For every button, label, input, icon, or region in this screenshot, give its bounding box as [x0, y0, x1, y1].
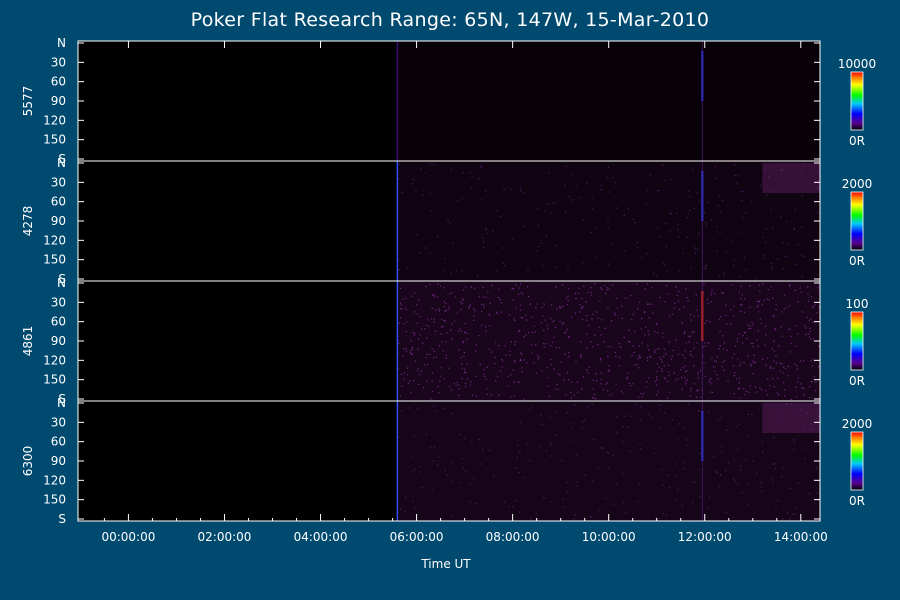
colorbar-max-label: 10000: [838, 57, 876, 71]
y-tick-label: N: [57, 276, 66, 290]
colorbar: [851, 72, 863, 130]
x-tick-label: 12:00:00: [678, 530, 732, 544]
y-tick-label: 30: [51, 295, 66, 309]
y-tick-label: S: [58, 512, 66, 526]
panel-6300: N 30 60 90 120 150 S 6300 2000 0R: [21, 396, 872, 526]
y-tick-label: 120: [43, 233, 66, 247]
x-tick-label: 10:00:00: [582, 530, 636, 544]
emission-region: [397, 281, 820, 401]
panel-label: 4861: [21, 326, 35, 357]
y-tick-label: 30: [51, 55, 66, 69]
x-tick-label: 14:00:00: [774, 530, 828, 544]
y-tick-label: 60: [51, 315, 66, 329]
aurora-glow: [762, 163, 820, 193]
panel-5577: N306090120150S5577100000R: [21, 36, 876, 166]
y-tick-label: 150: [43, 493, 66, 507]
x-tick-label: 02:00:00: [198, 530, 252, 544]
colorbar-min-label: 0R: [849, 254, 865, 268]
emission-region: [397, 401, 820, 521]
colorbar-min-label: 0R: [849, 134, 865, 148]
colorbar-max-label: 2000: [842, 417, 873, 431]
y-tick-label: 90: [51, 334, 66, 348]
y-tick-label: 120: [43, 353, 66, 367]
colorbar: [851, 192, 863, 250]
panel-label: 4278: [21, 206, 35, 237]
y-tick-label: 150: [43, 253, 66, 267]
panels-group: N306090120150S5577100000RN306090120150S4…: [21, 36, 876, 526]
aurora-glow: [762, 403, 820, 433]
y-tick-label: N: [57, 396, 66, 410]
y-tick-label: 120: [43, 473, 66, 487]
panel-label: 5577: [21, 86, 35, 117]
spectrogram-chart: N306090120150S5577100000RN306090120150S4…: [21, 36, 876, 571]
y-tick-label: N: [57, 156, 66, 170]
y-tick-label: 150: [43, 373, 66, 387]
x-tick-label: 00:00:00: [101, 530, 155, 544]
y-tick-label: 30: [51, 415, 66, 429]
x-tick-label: 08:00:00: [486, 530, 540, 544]
x-tick-label: 04:00:00: [294, 530, 348, 544]
y-tick-label: 150: [43, 133, 66, 147]
y-tick-label: 90: [51, 454, 66, 468]
y-tick-label: 90: [51, 94, 66, 108]
colorbar-max-label: 2000: [842, 177, 873, 191]
x-tick-label: 06:00:00: [390, 530, 444, 544]
y-tick-label: 90: [51, 214, 66, 228]
colorbar-max-label: 100: [846, 297, 869, 311]
panel-label: 6300: [21, 446, 35, 477]
colorbar-min-label: 0R: [849, 374, 865, 388]
x-axis-label: Time UT: [420, 557, 471, 571]
y-tick-label: 60: [51, 195, 66, 209]
y-tick-label: 30: [51, 175, 66, 189]
panel-4861: N306090120150S48611000R: [21, 276, 868, 406]
y-tick-label: 120: [43, 113, 66, 127]
colorbar: [851, 432, 863, 490]
y-tick-label: 60: [51, 75, 66, 89]
emission-region: [397, 161, 820, 281]
emission-region: [397, 41, 820, 161]
colorbar-min-label: 0R: [849, 494, 865, 508]
y-tick-label: N: [57, 36, 66, 50]
colorbar: [851, 312, 863, 370]
y-tick-label: 60: [51, 435, 66, 449]
panel-4278: N306090120150S427820000R: [21, 156, 872, 286]
